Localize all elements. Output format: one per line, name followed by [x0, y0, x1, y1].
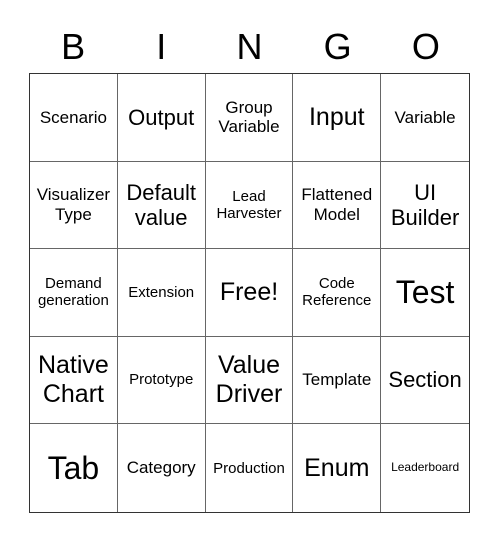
bingo-grid: Scenario Output Group Variable Input Variabl…: [29, 73, 470, 513]
bingo-cell[interactable]: Native Chart: [30, 336, 118, 425]
bingo-cell-label: Group Variable: [218, 97, 280, 137]
bingo-cell[interactable]: Lead Harvester: [205, 161, 294, 250]
bingo-cell[interactable]: UI Builder: [381, 162, 469, 250]
bingo-cell[interactable]: Section: [381, 337, 469, 425]
bingo-cell-label: Free!: [219, 278, 279, 307]
bingo-cell[interactable]: Category: [118, 424, 206, 512]
bingo-cell-label: Default value: [126, 179, 197, 230]
bingo-cell[interactable]: Input: [293, 74, 382, 162]
header-letter-g: G: [323, 26, 352, 67]
bingo-header: B I N G O: [29, 22, 471, 72]
bingo-cell-label: Leaderboard: [391, 460, 460, 475]
bingo-card: B I N G O Scenario Output Group Variable In…: [0, 0, 500, 544]
header-letter-n: N: [236, 26, 263, 67]
bingo-cell[interactable]: Code Reference: [293, 249, 382, 337]
bingo-cell-label: Visualizer Type: [36, 185, 111, 224]
bingo-cell-label: Test: [395, 274, 455, 311]
bingo-cell-label: Scenario: [39, 107, 107, 127]
bingo-cell[interactable]: Default value: [117, 161, 206, 250]
bingo-cell[interactable]: Template: [293, 336, 382, 425]
bingo-cell[interactable]: Prototype: [117, 336, 206, 425]
header-letter-o: O: [411, 26, 440, 67]
bingo-cell-label: Code Reference: [302, 275, 372, 310]
bingo-cell[interactable]: Leaderboard: [381, 424, 469, 512]
header-letter-i: I: [156, 26, 167, 67]
bingo-cell-label: Flattened Model: [301, 185, 373, 224]
bingo-cell[interactable]: Enum: [293, 424, 382, 512]
bingo-cell[interactable]: Flattened Model: [293, 161, 382, 250]
bingo-cell[interactable]: Extension: [117, 249, 206, 337]
bingo-cell-label: Prototype: [129, 371, 194, 389]
bingo-cell-free-space[interactable]: Free!: [205, 249, 294, 337]
bingo-cell-label: Enum: [304, 453, 370, 482]
bingo-cell[interactable]: Tab: [30, 424, 118, 512]
bingo-cell[interactable]: Production: [206, 424, 294, 512]
bingo-cell-label: Lead Harvester: [216, 187, 282, 222]
bingo-cell-label: Category: [126, 458, 196, 478]
bingo-cell-label: Extension: [128, 283, 195, 301]
bingo-cell[interactable]: Value Driver: [205, 336, 294, 425]
bingo-cell-label: Section: [388, 367, 462, 393]
bingo-cell-label: Input: [308, 102, 365, 131]
bingo-cell-label: Output: [128, 104, 195, 130]
bingo-cell[interactable]: Group Variable: [205, 74, 294, 162]
bingo-cell-label: Tab: [47, 449, 100, 486]
bingo-cell-label: Template: [302, 370, 372, 390]
bingo-cell-label: Variable: [394, 107, 456, 127]
bingo-cell[interactable]: Variable: [381, 74, 469, 162]
bingo-cell[interactable]: Output: [117, 74, 206, 162]
bingo-cell-label: Demand generation: [37, 275, 109, 310]
bingo-cell-label: UI Builder: [390, 179, 460, 230]
bingo-cell[interactable]: Visualizer Type: [30, 161, 118, 250]
bingo-cell[interactable]: Test: [381, 249, 469, 337]
bingo-cell[interactable]: Demand generation: [30, 249, 118, 337]
bingo-cell-label: Value Driver: [215, 351, 283, 409]
bingo-cell-label: Production: [213, 459, 285, 477]
bingo-cell-label: Native Chart: [37, 351, 109, 409]
header-letter-b: B: [61, 26, 86, 67]
bingo-cell[interactable]: Scenario: [30, 74, 118, 162]
